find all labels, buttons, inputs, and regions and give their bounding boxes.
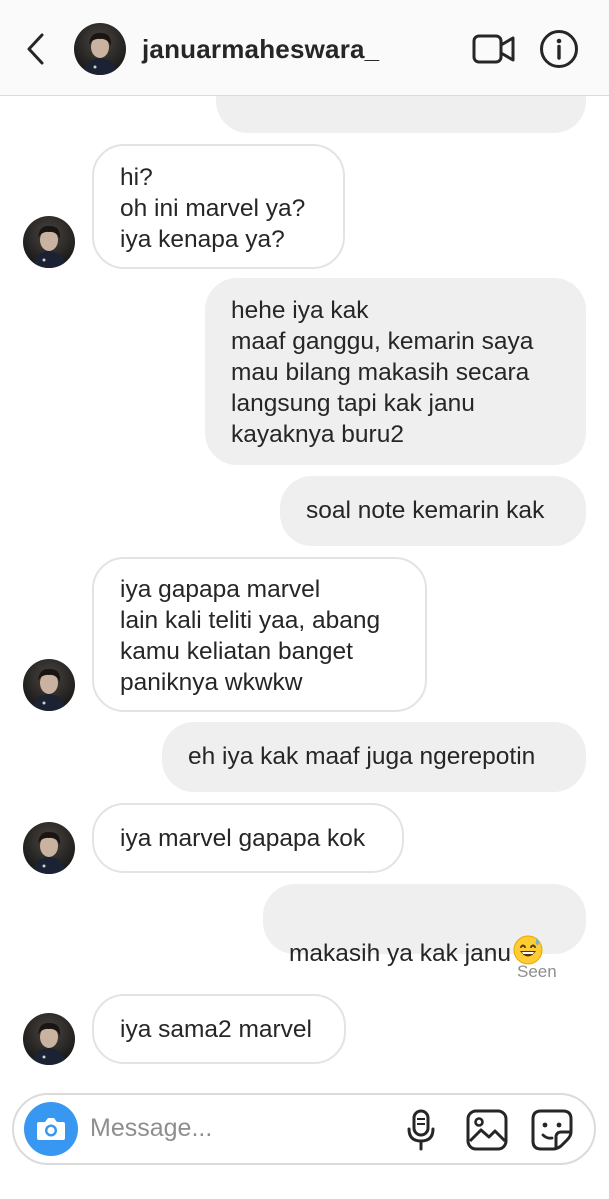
message-bubble-outgoing[interactable]: soal note kemarin kak <box>280 476 586 546</box>
message-bubble-outgoing[interactable]: makasih ya kak janu <box>263 884 586 967</box>
message-input[interactable]: Message... <box>90 1114 212 1143</box>
profile-photo <box>23 659 75 711</box>
video-camera-icon <box>472 34 515 64</box>
sticker-icon <box>531 1109 573 1151</box>
seen-indicator: Seen <box>517 962 557 981</box>
message-bubble-outgoing[interactable] <box>216 96 586 133</box>
info-button[interactable] <box>539 29 579 69</box>
message-bubble-incoming[interactable]: hi? oh ini marvel ya? iya kenapa ya? <box>92 144 345 269</box>
profile-photo <box>23 216 75 268</box>
sender-avatar[interactable] <box>23 216 75 268</box>
message-bubble-incoming[interactable]: iya marvel gapapa kok <box>92 803 404 873</box>
profile-photo <box>23 822 75 874</box>
video-call-button[interactable] <box>472 32 516 66</box>
sender-avatar[interactable] <box>23 822 75 874</box>
chat-username[interactable]: januarmaheswara_ <box>142 34 379 65</box>
sender-avatar[interactable] <box>23 659 75 711</box>
message-thread[interactable]: hi? oh ini marvel ya? iya kenapa ya? heh… <box>0 96 609 1086</box>
header-avatar[interactable] <box>74 23 126 75</box>
image-icon <box>466 1109 508 1151</box>
camera-icon <box>37 1118 65 1140</box>
message-bubble-incoming[interactable]: iya gapapa marvel lain kali teliti yaa, … <box>92 557 427 712</box>
sticker-button[interactable] <box>530 1108 574 1152</box>
message-bubble-incoming[interactable]: iya sama2 marvel <box>92 994 346 1064</box>
back-button[interactable] <box>22 30 50 68</box>
profile-photo <box>23 1013 75 1065</box>
info-icon <box>540 30 578 68</box>
gallery-button[interactable] <box>465 1108 509 1152</box>
message-text: makasih ya kak janu <box>289 940 511 967</box>
microphone-icon <box>407 1109 435 1151</box>
message-bubble-outgoing[interactable]: eh iya kak maaf juga ngerepotin <box>162 722 586 792</box>
chevron-left-icon <box>27 33 44 65</box>
chat-header: januarmaheswara_ <box>0 0 609 96</box>
message-composer: Message... <box>12 1093 596 1165</box>
sender-avatar[interactable] <box>23 1013 75 1065</box>
message-bubble-outgoing[interactable]: hehe iya kak maaf ganggu, kemarin saya m… <box>205 278 586 465</box>
profile-photo <box>74 23 126 75</box>
camera-button[interactable] <box>24 1102 78 1156</box>
voice-message-button[interactable] <box>406 1109 436 1151</box>
